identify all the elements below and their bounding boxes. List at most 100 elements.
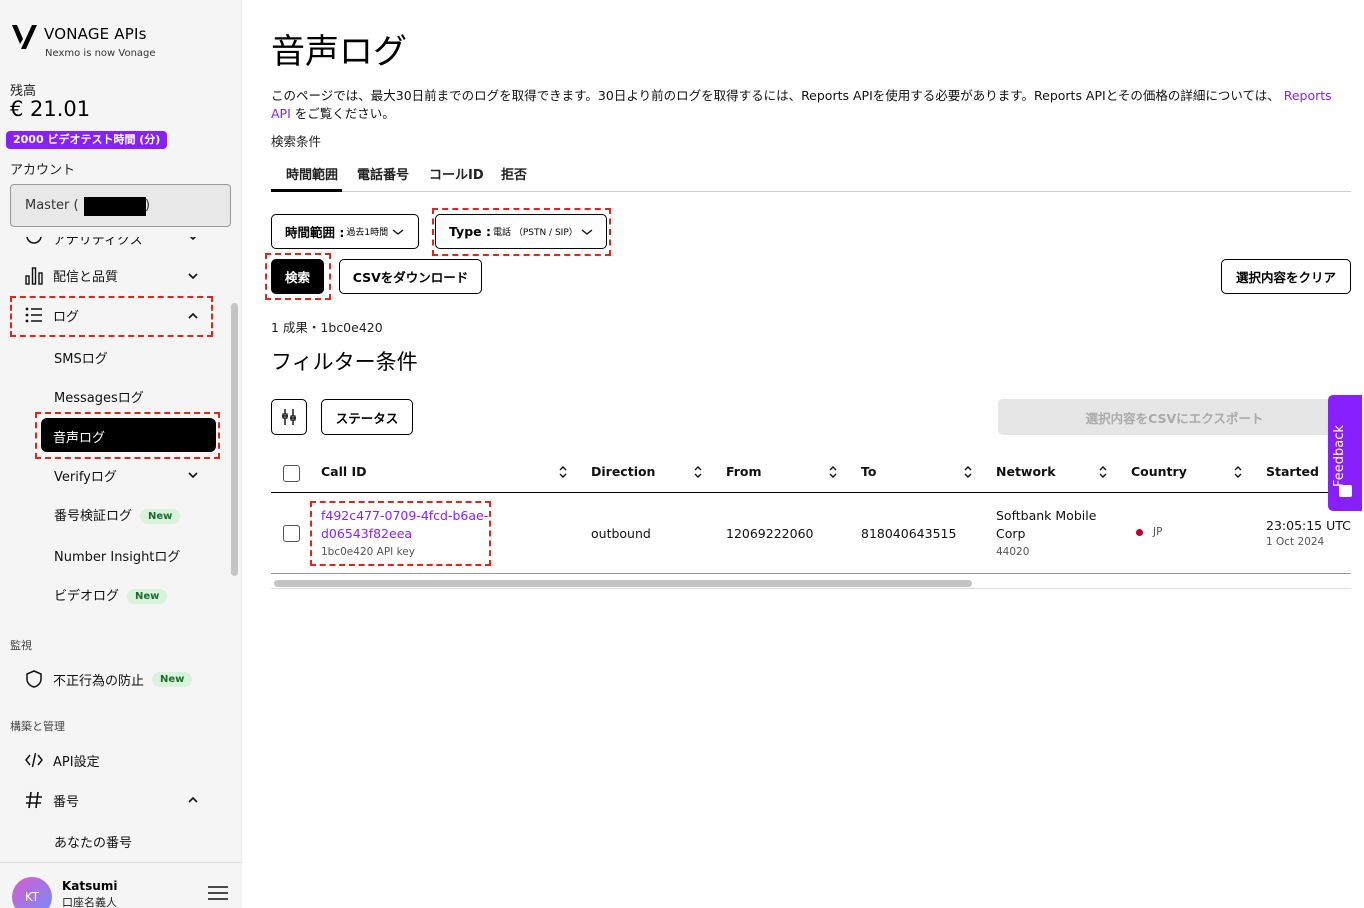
nav-item-api-settings[interactable]: API設定 bbox=[24, 750, 100, 770]
network-cell: Softbank Mobile Corp 44020 bbox=[996, 507, 1096, 561]
vonage-logo-icon bbox=[12, 25, 37, 49]
result-count: 1 成果・1bc0e420 bbox=[271, 320, 383, 335]
sliders-icon bbox=[282, 409, 296, 425]
feedback-icon bbox=[1339, 485, 1352, 497]
intro-text-body: このページでは、最大30日前までのログを取得できます。30日より前のログを取得す… bbox=[271, 88, 1280, 103]
feedback-tab[interactable]: Feedback bbox=[1328, 395, 1362, 511]
column-header-from[interactable]: From bbox=[726, 464, 762, 479]
analytics-icon bbox=[26, 237, 42, 244]
column-header-network[interactable]: Network bbox=[996, 464, 1056, 479]
table-horizontal-scrollbar[interactable] bbox=[271, 577, 1351, 589]
nav-item-label: アナリティクス bbox=[53, 237, 143, 248]
sidebar-item-your-numbers[interactable]: あなたの番号 bbox=[54, 832, 132, 851]
nav-item-label: 番号 bbox=[53, 794, 80, 810]
main-content: 音声ログ このページでは、最大30日前までのログを取得できます。30日より前のロ… bbox=[243, 0, 1364, 908]
status-filter-button[interactable]: ステータス bbox=[321, 399, 413, 435]
nav-item-fraud-prevention[interactable]: 不正行為の防止 New bbox=[24, 669, 193, 689]
sidebar-item-number-insight-logs[interactable]: Number Insightログ bbox=[54, 546, 180, 565]
section-label-build: 構築と管理 bbox=[10, 720, 65, 733]
tab-time-range[interactable]: 時間範囲 bbox=[286, 164, 338, 183]
table-row-divider bbox=[271, 573, 1351, 574]
redaction-bar bbox=[84, 197, 146, 216]
sidebar-item-label: ビデオログ bbox=[54, 589, 120, 604]
chevron-down-icon[interactable] bbox=[186, 269, 200, 283]
scrollbar-thumb[interactable] bbox=[274, 580, 972, 587]
feedback-label: Feedback bbox=[1332, 425, 1347, 487]
code-icon bbox=[25, 752, 43, 768]
clear-selection-button[interactable]: 選択内容をクリア bbox=[1221, 259, 1351, 294]
page-title: 音声ログ bbox=[271, 32, 407, 72]
sort-icon[interactable] bbox=[693, 465, 703, 479]
table-header-divider bbox=[271, 492, 1351, 493]
sort-icon[interactable] bbox=[1233, 465, 1243, 479]
direction-cell: outbound bbox=[591, 526, 651, 541]
tab-rejected[interactable]: 拒否 bbox=[501, 164, 527, 183]
search-criteria-label: 検索条件 bbox=[271, 134, 322, 149]
network-code: 44020 bbox=[996, 546, 1030, 558]
balance-value: € 21.01 bbox=[10, 97, 91, 121]
chevron-down-icon[interactable] bbox=[186, 237, 200, 244]
sidebar-item-video-logs[interactable]: ビデオログ New bbox=[54, 585, 168, 604]
download-csv-button[interactable]: CSVをダウンロード bbox=[339, 259, 482, 294]
sort-icon[interactable] bbox=[963, 465, 973, 479]
sidebar-item-verify-logs[interactable]: Verifyログ bbox=[54, 466, 117, 485]
column-header-started[interactable]: Started bbox=[1266, 464, 1319, 479]
account-close-paren: ) bbox=[145, 198, 151, 213]
nav-item-delivery[interactable]: 配信と品質 bbox=[24, 265, 118, 285]
chevron-up-icon[interactable] bbox=[186, 793, 200, 807]
user-role: 口座名義人 bbox=[62, 896, 117, 908]
brand-name: VONAGE APIs bbox=[44, 25, 147, 43]
network-name-line-2: Corp bbox=[996, 526, 1026, 541]
filter-conditions-title: フィルター条件 bbox=[271, 350, 418, 374]
time-range-label: 時間範囲 : bbox=[285, 225, 345, 240]
new-badge: New bbox=[127, 589, 168, 604]
column-settings-button[interactable] bbox=[271, 399, 307, 435]
column-header-direction[interactable]: Direction bbox=[591, 464, 655, 479]
time-range-dropdown[interactable]: 時間範囲 : 過去1時間 bbox=[271, 214, 419, 249]
nav-item-label: API設定 bbox=[53, 754, 100, 770]
user-name: Katsumi bbox=[62, 879, 118, 893]
row-checkbox[interactable] bbox=[283, 525, 300, 542]
filter-tabs: 時間範囲 電話番号 コールID 拒否 bbox=[271, 162, 1351, 192]
highlight-box bbox=[432, 208, 611, 256]
shield-icon bbox=[26, 670, 42, 688]
nav-item-analytics[interactable]: アナリティクス bbox=[24, 237, 143, 248]
avatar[interactable]: KT bbox=[12, 877, 52, 908]
sidebar-scrollbar[interactable] bbox=[231, 303, 238, 576]
intro-text: このページでは、最大30日前までのログを取得できます。30日より前のログを取得す… bbox=[271, 87, 1336, 123]
highlight-box bbox=[35, 412, 220, 459]
intro-text-tail: をご覧ください。 bbox=[294, 106, 395, 121]
export-selection-csv-button[interactable]: 選択内容をCSVにエクスポート bbox=[998, 399, 1351, 435]
sort-icon[interactable] bbox=[558, 465, 568, 479]
to-cell: 818040643515 bbox=[861, 526, 957, 541]
account-selector[interactable]: Master ( ) bbox=[10, 184, 231, 227]
sidebar-item-sms-logs[interactable]: SMSログ bbox=[54, 348, 108, 367]
sidebar-item-label: 番号検証ログ bbox=[54, 509, 133, 524]
video-minutes-badge: 2000 ビデオテスト時間 (分) bbox=[6, 131, 168, 149]
started-cell: 23:05:15 UTC 1 Oct 2024 bbox=[1266, 517, 1351, 551]
account-label: アカウント bbox=[10, 163, 76, 178]
column-header-country[interactable]: Country bbox=[1131, 464, 1187, 479]
account-selector-value: Master ( bbox=[25, 198, 79, 213]
chevron-down-icon[interactable] bbox=[186, 468, 200, 482]
sidebar-item-messages-logs[interactable]: Messagesログ bbox=[54, 387, 144, 406]
network-name-line-1: Softbank Mobile bbox=[996, 508, 1097, 523]
chevron-down-icon bbox=[392, 229, 404, 235]
highlight-box bbox=[265, 253, 331, 300]
column-header-to[interactable]: To bbox=[861, 464, 876, 479]
hamburger-menu-icon[interactable] bbox=[208, 885, 228, 901]
time-range-value: 過去1時間 bbox=[346, 228, 389, 238]
sort-icon[interactable] bbox=[1098, 465, 1108, 479]
country-cell: JP bbox=[1136, 526, 1162, 538]
tab-call-id[interactable]: コールID bbox=[429, 164, 484, 183]
country-code: JP bbox=[1153, 526, 1163, 538]
column-header-call-id[interactable]: Call ID bbox=[321, 464, 367, 479]
brand[interactable]: VONAGE APIs Nexmo is now Vonage bbox=[10, 22, 156, 59]
sort-icon[interactable] bbox=[828, 465, 838, 479]
select-all-checkbox[interactable] bbox=[283, 465, 300, 482]
sidebar-item-number-verify-logs[interactable]: 番号検証ログ New bbox=[54, 505, 181, 524]
nav-item-label: 配信と品質 bbox=[53, 269, 119, 285]
japan-flag-icon bbox=[1136, 528, 1143, 536]
tab-phone-number[interactable]: 電話番号 bbox=[357, 164, 409, 183]
nav-item-numbers[interactable]: 番号 bbox=[24, 790, 79, 810]
